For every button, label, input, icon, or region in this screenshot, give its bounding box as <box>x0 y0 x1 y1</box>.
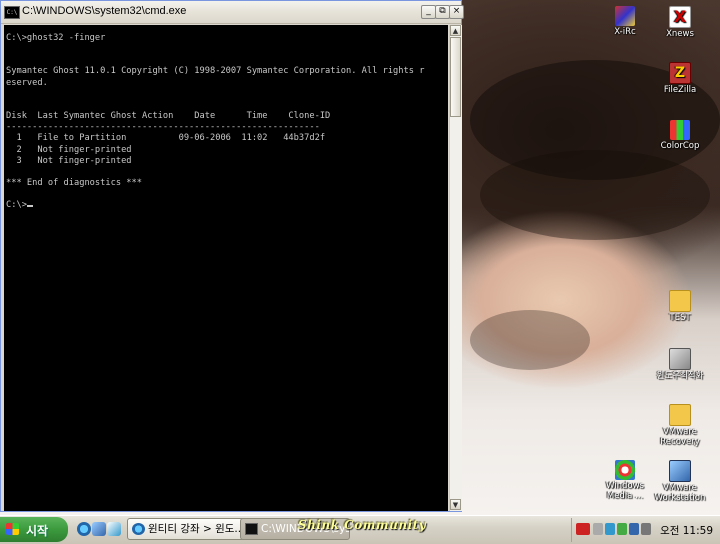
wallpaper-hair-lower <box>480 150 710 240</box>
start-label: 시작 <box>26 524 49 538</box>
scroll-down-button[interactable]: ▼ <box>450 499 461 510</box>
console-line: Disk Last Symantec Ghost Action Date Tim… <box>6 111 331 122</box>
colorcop-icon <box>670 120 690 140</box>
watermark-text: Shink Community <box>298 518 427 532</box>
vmware-icon <box>669 460 691 482</box>
console-line: Symantec Ghost 11.0.1 Copyright (C) 1998… <box>6 66 425 77</box>
text-cursor <box>26 205 33 208</box>
desktop-icon-vmware-workstation[interactable]: VMware Workstation <box>650 460 710 503</box>
console-line: 2 Not finger-printed <box>6 144 132 155</box>
tray-clock[interactable]: 오전 11:59 <box>660 523 713 538</box>
desktop-icon-label: VMware Recovery <box>660 427 700 447</box>
cmd-icon <box>245 523 258 535</box>
console-line: ----------------------------------------… <box>6 122 320 133</box>
xnews-icon <box>669 6 691 28</box>
desktop-icon-label: ColorCop <box>660 141 700 151</box>
console-text: C:\>ghost32 -finger Symantec Ghost 11.0.… <box>4 25 448 212</box>
close-button[interactable]: × <box>449 5 464 19</box>
desktop-icon-filezilla[interactable]: Z FileZilla <box>650 62 710 95</box>
xirc-icon <box>615 6 635 26</box>
tray-shield-icon[interactable] <box>629 523 639 535</box>
console-line: *** End of diagnostics *** <box>6 178 142 189</box>
scroll-thumb[interactable] <box>450 37 461 117</box>
ie-icon <box>132 523 145 535</box>
desktop-icon-label: TEST <box>669 313 691 323</box>
filezilla-icon: Z <box>669 62 691 84</box>
minimize-button[interactable]: _ <box>421 5 436 19</box>
desktop-icon-xirc[interactable]: X-iRc <box>595 6 655 37</box>
desktop-icon-test[interactable]: TEST <box>650 290 710 323</box>
desktop-icon-vmware-recovery[interactable]: VMware Recovery <box>650 404 710 447</box>
wallpaper-hair-strand <box>470 310 590 370</box>
console-line: C:\>ghost32 -finger <box>6 33 106 43</box>
console-line: eserved. <box>6 77 48 88</box>
desktop-icon-xnews[interactable]: Xnews <box>650 6 710 39</box>
quicklaunch-show-desktop-icon[interactable] <box>92 522 106 536</box>
desktop-icon-optimizer[interactable]: 윈도우최적화 <box>650 348 710 381</box>
console-output[interactable]: C:\>ghost32 -finger Symantec Ghost 11.0.… <box>4 25 448 511</box>
folder-icon <box>669 290 691 312</box>
tool-icon <box>669 348 691 370</box>
folder-icon <box>669 404 691 426</box>
quicklaunch-media-icon[interactable] <box>107 522 121 536</box>
scroll-up-button[interactable]: ▲ <box>450 25 461 36</box>
desktop-icon-label: 윈도우최적화 <box>656 371 704 381</box>
taskbar-item-label: 윈티티 강좌 > 윈도... <box>148 523 245 535</box>
window-titlebar[interactable]: C:\ C:\WINDOWS\system32\cmd.exe _ ⧉ × <box>1 1 464 24</box>
tray-network-icon[interactable] <box>576 523 590 535</box>
window-title: C:\WINDOWS\system32\cmd.exe <box>22 5 187 17</box>
console-prompt: C:\> <box>6 200 27 211</box>
tray-monitor-icon[interactable] <box>641 523 651 535</box>
desktop-icon-label: Xnews <box>666 29 694 39</box>
system-tray: 오전 11:59 <box>571 518 720 542</box>
windows-media-icon <box>615 460 635 480</box>
cmd-icon[interactable]: C:\ <box>4 6 20 19</box>
desktop-icon-label: X-iRc <box>614 27 636 37</box>
quicklaunch-ie-icon[interactable] <box>77 522 91 536</box>
tray-app-icon[interactable] <box>617 523 627 535</box>
taskbar: 시작 윈티티 강좌 > 윈도... C:\WINDOWS\system32\cm… <box>0 515 720 544</box>
vertical-scrollbar[interactable]: ▲ ▼ <box>449 25 462 511</box>
windows-logo-icon-lower <box>6 529 19 535</box>
restore-button[interactable]: ⧉ <box>435 5 450 19</box>
cmd-window[interactable]: C:\ C:\WINDOWS\system32\cmd.exe _ ⧉ × C:… <box>0 0 464 512</box>
desktop-icon-windows-media[interactable]: Windows Media ... <box>595 460 655 501</box>
desktop-icon-colorcop[interactable]: ColorCop <box>650 120 710 151</box>
desktop-icon-label: Windows Media ... <box>606 481 644 501</box>
console-line: 3 Not finger-printed <box>6 155 132 166</box>
taskbar-item-ie[interactable]: 윈티티 강좌 > 윈도... <box>127 518 253 540</box>
desktop-icon-label: VMware Workstation <box>654 483 706 503</box>
console-line: 1 File to Partition 09-06-2006 11:02 44b… <box>6 133 326 144</box>
desktop-icon-label: FileZilla <box>663 85 697 95</box>
tray-info-icon[interactable] <box>605 523 615 535</box>
start-button[interactable]: 시작 <box>0 517 68 542</box>
tray-volume-icon[interactable] <box>593 523 603 535</box>
